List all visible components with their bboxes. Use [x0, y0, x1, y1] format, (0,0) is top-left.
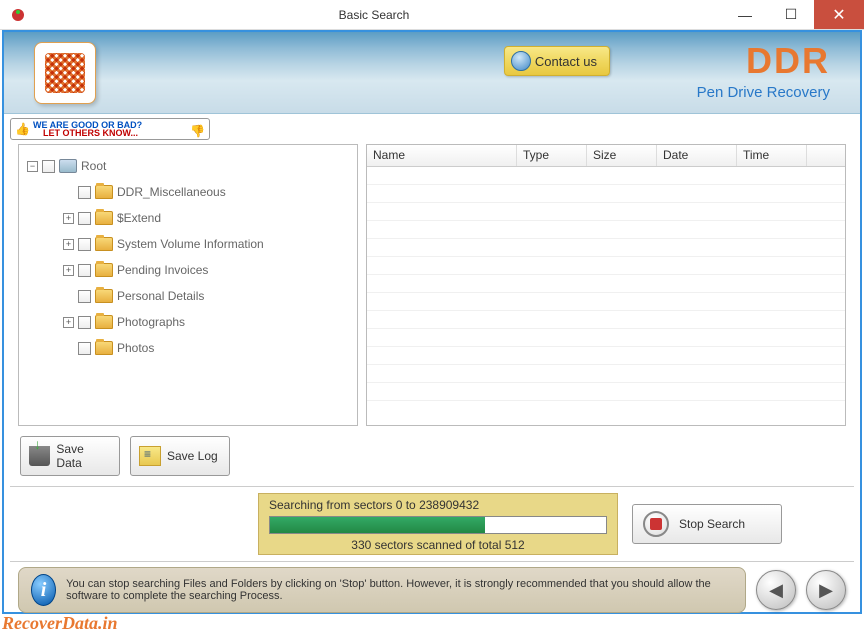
col-type[interactable]: Type — [517, 145, 587, 166]
save-data-button[interactable]: Save Data — [20, 436, 120, 476]
brand-ddr: DDR — [746, 40, 830, 82]
save-log-label: Save Log — [167, 449, 218, 463]
tree-item-label: Pending Invoices — [117, 263, 208, 277]
stop-search-button[interactable]: Stop Search — [632, 504, 782, 544]
tree-checkbox[interactable] — [78, 186, 91, 199]
tree-item-label: Photos — [117, 341, 154, 355]
folder-icon — [95, 185, 113, 199]
save-log-button[interactable]: Save Log — [130, 436, 230, 476]
tree-item[interactable]: Photos — [23, 335, 353, 361]
tree-item[interactable]: + Pending Invoices — [23, 257, 353, 283]
tree-root[interactable]: − Root — [23, 153, 353, 179]
progress-status-text: 330 sectors scanned of total 512 — [269, 538, 607, 552]
folder-icon — [95, 263, 113, 277]
folder-tree[interactable]: − Root DDR_Miscellaneous + $Extend + System … — [18, 144, 358, 426]
tree-item[interactable]: DDR_Miscellaneous — [23, 179, 353, 205]
tree-item-label: $Extend — [117, 211, 161, 225]
next-button[interactable]: ▶ — [806, 570, 846, 610]
tree-checkbox[interactable] — [78, 290, 91, 303]
thumbs-up-icon: 👍 — [15, 122, 30, 136]
minimize-button[interactable]: — — [722, 0, 768, 29]
contact-label: Contact us — [535, 54, 597, 69]
tree-checkbox[interactable] — [78, 316, 91, 329]
folder-icon — [95, 315, 113, 329]
tree-checkbox[interactable] — [78, 238, 91, 251]
tree-item-label: Personal Details — [117, 289, 204, 303]
feedback-banner[interactable]: 👍 WE ARE GOOD OR BAD? LET OTHERS KNOW...… — [10, 118, 210, 140]
expand-icon[interactable]: + — [63, 317, 74, 328]
tree-checkbox[interactable] — [78, 342, 91, 355]
header-banner: Contact us DDR Pen Drive Recovery — [4, 32, 860, 114]
expand-icon[interactable]: + — [63, 213, 74, 224]
collapse-icon[interactable]: − — [27, 161, 38, 172]
tree-checkbox[interactable] — [42, 160, 55, 173]
tree-item[interactable]: Personal Details — [23, 283, 353, 309]
contact-avatar-icon — [511, 51, 531, 71]
progress-panel: Searching from sectors 0 to 238909432 33… — [258, 493, 618, 555]
window-title: Basic Search — [26, 8, 722, 22]
root-label: Root — [81, 159, 106, 173]
folder-icon — [95, 341, 113, 355]
expand-icon[interactable]: + — [63, 265, 74, 276]
banner-line2: LET OTHERS KNOW... — [43, 128, 138, 138]
progress-searching-text: Searching from sectors 0 to 238909432 — [269, 498, 607, 512]
computer-icon — [59, 159, 77, 173]
contact-us-button[interactable]: Contact us — [504, 46, 610, 76]
stop-label: Stop Search — [679, 517, 745, 531]
tree-item[interactable]: + System Volume Information — [23, 231, 353, 257]
expand-icon[interactable]: + — [63, 239, 74, 250]
titlebar: Basic Search — ☐ ✕ — [0, 0, 864, 30]
save-data-icon — [29, 446, 50, 466]
tree-item[interactable]: + $Extend — [23, 205, 353, 231]
prev-button[interactable]: ◀ — [756, 570, 796, 610]
close-button[interactable]: ✕ — [814, 0, 864, 29]
progress-bar — [269, 516, 607, 534]
col-name[interactable]: Name — [367, 145, 517, 166]
thumbs-down-icon: 👍 — [190, 124, 205, 138]
folder-icon — [95, 237, 113, 251]
tree-checkbox[interactable] — [78, 264, 91, 277]
info-icon: i — [31, 574, 56, 606]
tree-checkbox[interactable] — [78, 212, 91, 225]
list-body — [367, 167, 845, 425]
col-size[interactable]: Size — [587, 145, 657, 166]
list-header: Name Type Size Date Time — [367, 145, 845, 167]
stop-icon — [643, 511, 669, 537]
app-icon — [10, 7, 26, 23]
col-spacer — [807, 145, 845, 166]
info-message: i You can stop searching Files and Folde… — [18, 567, 746, 613]
app-logo — [34, 42, 96, 104]
tree-item-label: DDR_Miscellaneous — [117, 185, 226, 199]
col-time[interactable]: Time — [737, 145, 807, 166]
info-text: You can stop searching Files and Folders… — [66, 578, 733, 602]
tree-item-label: System Volume Information — [117, 237, 264, 251]
file-list[interactable]: Name Type Size Date Time — [366, 144, 846, 426]
tree-item[interactable]: + Photographs — [23, 309, 353, 335]
progress-bar-fill — [270, 517, 485, 533]
folder-icon — [95, 211, 113, 225]
maximize-button[interactable]: ☐ — [768, 0, 814, 29]
col-date[interactable]: Date — [657, 145, 737, 166]
folder-icon — [95, 289, 113, 303]
save-log-icon — [139, 446, 161, 466]
tree-item-label: Photographs — [117, 315, 185, 329]
save-data-label: Save Data — [56, 442, 111, 470]
footer-brand: RecoverData.in — [2, 613, 117, 634]
brand-subtitle: Pen Drive Recovery — [697, 84, 830, 101]
